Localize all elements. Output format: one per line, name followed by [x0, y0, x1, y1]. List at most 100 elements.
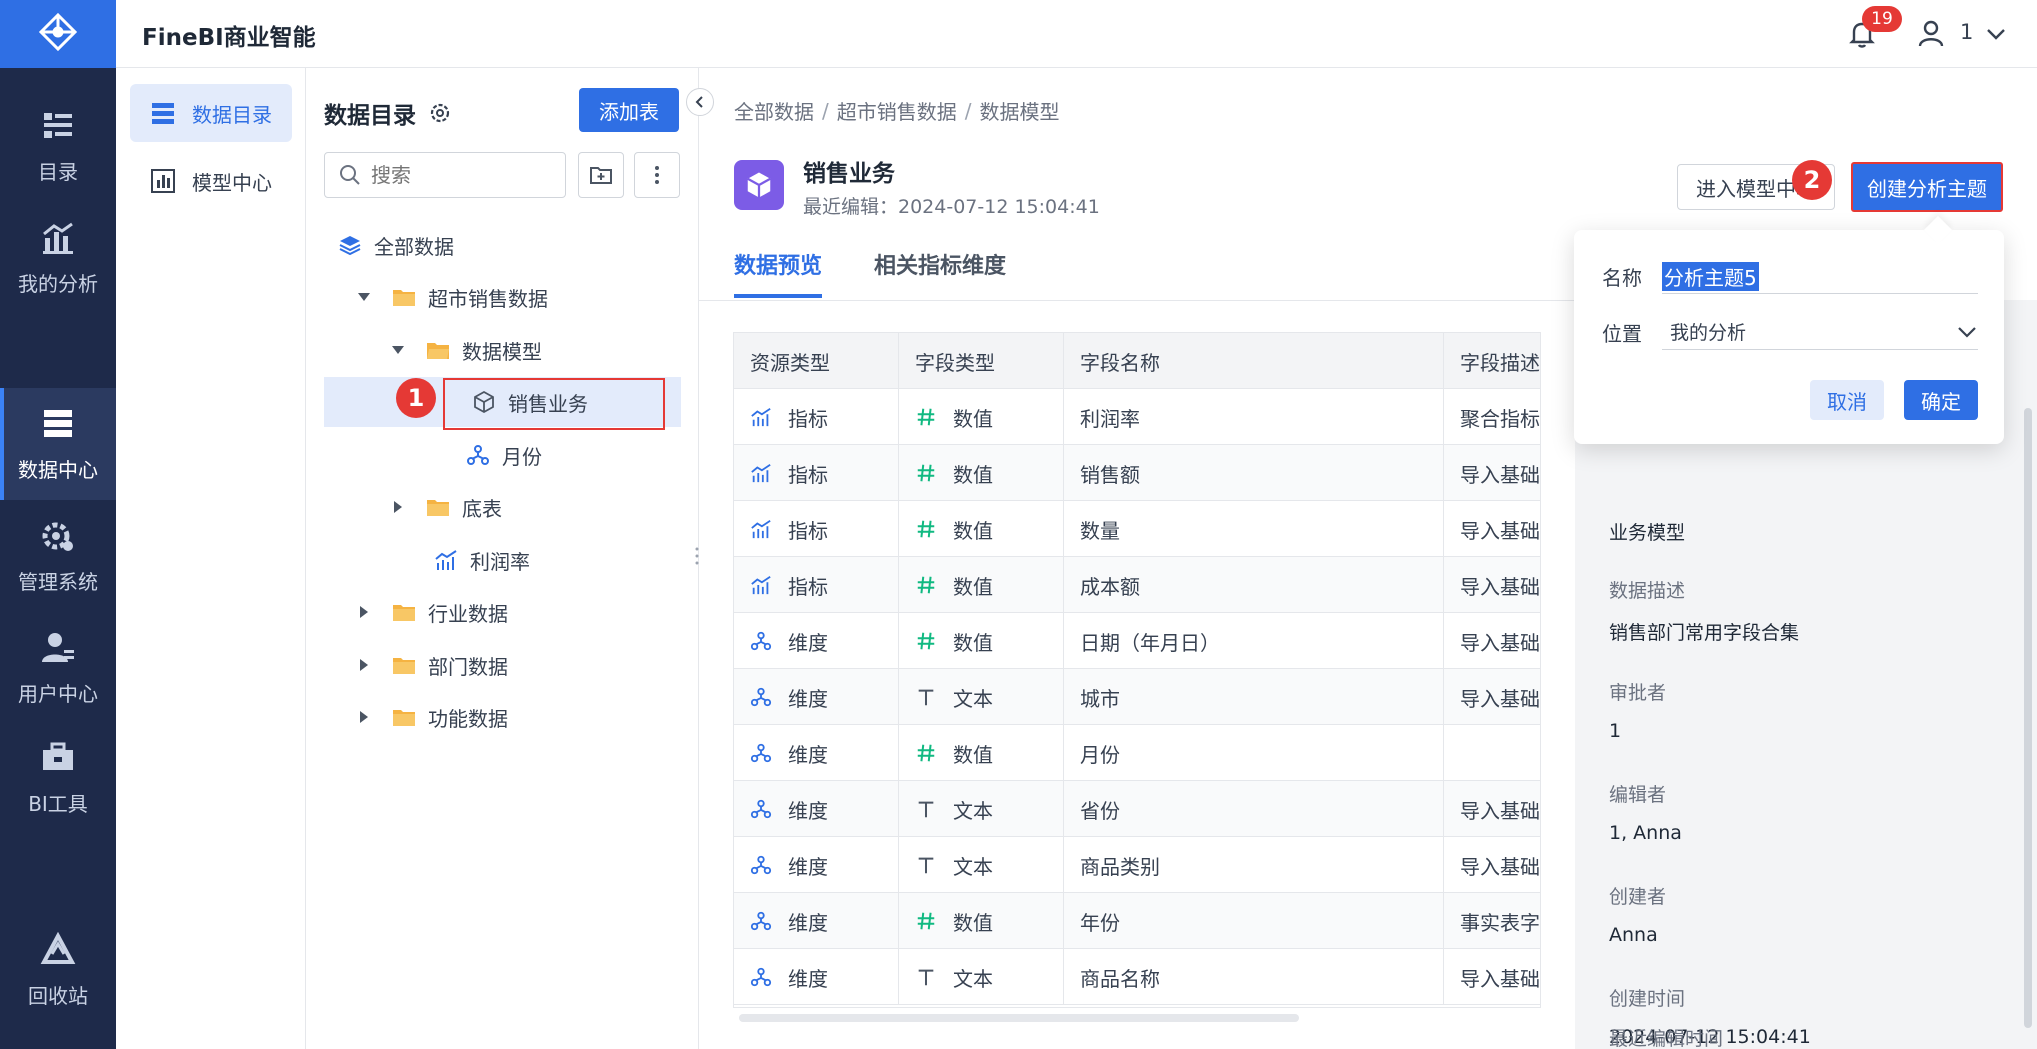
tab-related-metrics-dimensions[interactable]: 相关指标维度 — [874, 248, 1006, 298]
caret-down-icon[interactable] — [356, 289, 372, 305]
column-header-resource-type[interactable]: 资源类型 — [734, 333, 899, 389]
dimension-icon — [750, 967, 772, 987]
rail-item-catalog[interactable]: 目录 — [0, 90, 116, 202]
user-avatar-icon[interactable] — [1916, 18, 1946, 48]
table-row[interactable]: 指标 数值 数量 导入基础 — [734, 501, 1540, 557]
column-header-field-name[interactable]: 字段名称 — [1064, 333, 1444, 389]
cell-resource-type: 维度 — [734, 893, 899, 949]
info-editor-label: 编辑者 — [1609, 784, 1667, 806]
search-input[interactable] — [371, 163, 551, 187]
new-folder-button[interactable] — [578, 152, 624, 198]
cell-text: 维度 — [788, 798, 828, 823]
tree-node-department-data[interactable]: 部门数据 — [356, 640, 508, 690]
tree-node-all-data[interactable]: 全部数据 — [338, 220, 454, 270]
tab-data-preview[interactable]: 数据预览 — [734, 248, 823, 298]
tree-node-function-data[interactable]: 功能数据 — [356, 692, 508, 742]
rail-item-recycle-bin[interactable]: 回收站 — [0, 914, 116, 1026]
add-table-button[interactable]: 添加表 — [579, 88, 679, 132]
add-folder-icon — [590, 167, 612, 184]
confirm-button[interactable]: 确定 — [1904, 380, 1978, 420]
tree-node-month[interactable]: 月份 — [466, 430, 542, 480]
table-row[interactable]: 维度 文本 商品类别 导入基础 — [734, 837, 1540, 893]
folder-icon — [427, 500, 449, 516]
tree-node-industry-data[interactable]: 行业数据 — [356, 587, 508, 637]
table-row[interactable]: 指标 数值 利润率 聚合指标 — [734, 389, 1540, 445]
breadcrumb-item-supermarket-sales[interactable]: 超市销售数据 — [837, 96, 957, 125]
step-badge-2: 2 — [1792, 160, 1832, 200]
rail-item-system-management[interactable]: 管理系统 — [0, 500, 116, 612]
rail-item-my-analysis[interactable]: 我的分析 — [0, 202, 116, 314]
cell-field-desc: 导入基础 — [1460, 574, 1540, 599]
subnav-item-data-catalog[interactable]: 数据目录 — [130, 84, 292, 142]
tree-node-label: 利润率 — [470, 549, 530, 574]
info-type-value: 业务模型 — [1609, 522, 1686, 544]
cell-field-type: 数值 — [899, 893, 1064, 949]
caret-right-icon[interactable] — [356, 709, 372, 725]
cell-text: 指标 — [788, 518, 828, 543]
info-editor-value: 1, Anna — [1609, 822, 1682, 844]
table-row[interactable]: 维度 文本 商品名称 导入基础 — [734, 949, 1540, 1005]
location-select[interactable]: 我的分析 — [1662, 314, 1978, 350]
caret-right-icon[interactable] — [390, 499, 406, 515]
cell-field-desc: 导入基础 — [1460, 966, 1540, 991]
cell-field-type: 文本 — [899, 669, 1064, 725]
cell-text: 指标 — [788, 406, 828, 431]
cell-text: 数值 — [953, 406, 993, 431]
number-hash-icon — [917, 464, 935, 482]
model-center-icon — [151, 169, 175, 193]
gear-system-icon — [42, 522, 73, 551]
folder-icon — [393, 290, 415, 306]
table-row[interactable]: 维度 文本 省份 导入基础 — [734, 781, 1540, 837]
caret-right-icon[interactable] — [356, 604, 372, 620]
last-edit-time: 最近编辑：2024-07-12 15:04:41 — [803, 196, 1100, 218]
breadcrumb-item-data-model[interactable]: 数据模型 — [980, 96, 1060, 125]
app-logo[interactable] — [0, 0, 116, 68]
more-options-button[interactable] — [634, 152, 680, 198]
chevron-down-icon[interactable] — [1984, 22, 2008, 46]
gear-icon[interactable] — [428, 101, 452, 125]
user-name[interactable]: 1 — [1960, 20, 1973, 44]
metric-icon — [435, 550, 457, 570]
cell-field-name: 利润率 — [1064, 389, 1444, 445]
rail-item-user-center[interactable]: 用户中心 — [0, 612, 116, 724]
column-header-field-desc[interactable]: 字段描述 — [1444, 333, 1540, 389]
tree-node-supermarket-sales[interactable]: 超市销售数据 — [356, 272, 548, 322]
caret-down-icon[interactable] — [390, 342, 406, 358]
text-type-icon — [918, 857, 934, 874]
tree-node-base-table[interactable]: 底表 — [390, 482, 502, 532]
text-type-icon — [918, 969, 934, 986]
column-header-field-type[interactable]: 字段类型 — [899, 333, 1064, 389]
cell-field-desc — [1444, 725, 1540, 781]
text-type-icon — [918, 689, 934, 706]
breadcrumb-item-all-data[interactable]: 全部数据 — [734, 96, 814, 125]
horizontal-scrollbar[interactable] — [739, 1014, 1299, 1022]
cell-field-name: 商品名称 — [1064, 949, 1444, 1005]
table-row[interactable]: 维度 数值 月份 — [734, 725, 1540, 781]
dimension-icon — [750, 799, 772, 819]
table-row[interactable]: 维度 数值 年份 事实表字 — [734, 893, 1540, 949]
info-desc-value: 销售部门常用字段合集 — [1609, 622, 1800, 644]
number-hash-icon — [917, 408, 935, 426]
table-row[interactable]: 指标 数值 销售额 导入基础 — [734, 445, 1540, 501]
cancel-button[interactable]: 取消 — [1810, 380, 1884, 420]
info-approver-value: 1 — [1609, 720, 1622, 742]
caret-right-icon[interactable] — [356, 657, 372, 673]
table-row[interactable]: 维度 数值 日期（年月日） 导入基础 — [734, 613, 1540, 669]
rail-item-data-center[interactable]: 数据中心 — [0, 388, 116, 500]
table-row[interactable]: 维度 文本 城市 导入基础 — [734, 669, 1540, 725]
theme-name-input[interactable]: 分析主题5 — [1662, 260, 1978, 294]
collapse-tree-button[interactable] — [686, 88, 714, 116]
highlight-box-step-1 — [443, 378, 665, 430]
tree-node-label: 月份 — [502, 444, 542, 469]
tree-node-data-model[interactable]: 数据模型 — [390, 325, 542, 375]
table-row[interactable]: 指标 数值 成本额 导入基础 — [734, 557, 1540, 613]
tree-node-profit-rate[interactable]: 利润率 — [434, 535, 530, 585]
vertical-scrollbar[interactable] — [2024, 408, 2032, 1028]
subnav-item-label: 数据目录 — [192, 102, 272, 127]
create-analysis-theme-button[interactable]: 创建分析主题 — [1851, 162, 2003, 212]
rail-item-bi-tools[interactable]: BI工具 — [0, 720, 116, 820]
tree-search-box[interactable] — [324, 152, 566, 198]
recycle-icon — [40, 931, 76, 964]
left-icon-rail: 目录 我的分析 数据中心 管理系统 用户中心 BI工具 回收站 — [0, 0, 116, 1049]
subnav-item-model-center[interactable]: 模型中心 — [130, 152, 292, 210]
